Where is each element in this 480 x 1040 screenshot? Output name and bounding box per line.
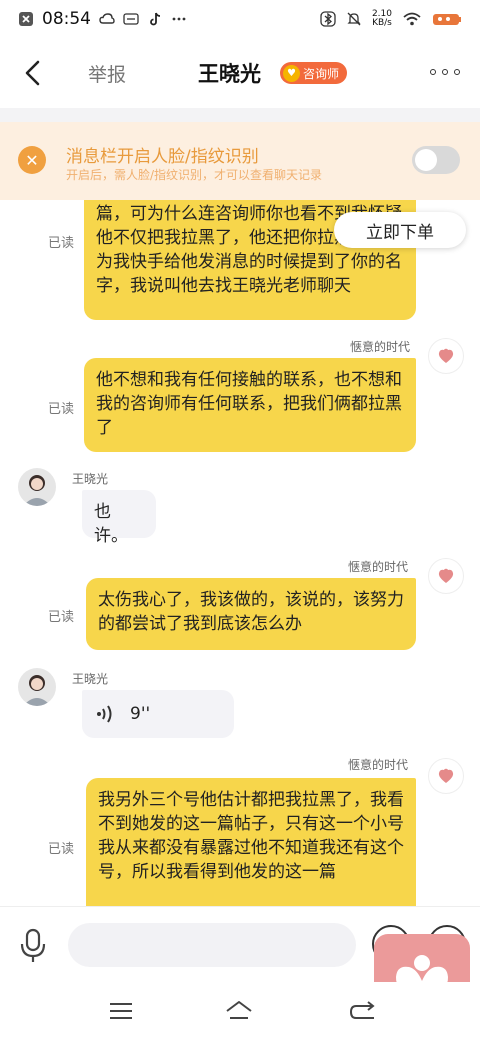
sender-name: 惬意的时代 xyxy=(350,340,411,354)
close-notice-icon[interactable]: ✕ xyxy=(18,146,46,174)
back-nav-icon[interactable] xyxy=(348,998,378,1024)
person-photo-icon xyxy=(23,675,51,706)
read-status: 已读 xyxy=(48,236,75,251)
home-icon[interactable] xyxy=(224,998,254,1024)
cloud-icon xyxy=(99,13,115,24)
menu-icon[interactable] xyxy=(106,998,136,1024)
voice-message-bubble[interactable]: 9'' xyxy=(82,690,234,738)
counselor-badge-label: 咨询师 xyxy=(303,66,340,81)
report-link[interactable]: 举报 xyxy=(88,60,126,87)
message-input[interactable] xyxy=(68,923,356,967)
notice-title: 消息栏开启人脸/指纹识别 xyxy=(66,147,259,167)
read-status: 已读 xyxy=(48,610,75,625)
sender-name: 惬意的时代 xyxy=(348,560,409,574)
status-bar: 08:54 2.10 KB/s xyxy=(0,0,480,38)
heart-avatar-icon xyxy=(438,568,454,583)
voice-wave-icon xyxy=(97,705,112,723)
dot-icon xyxy=(442,69,448,75)
read-status: 已读 xyxy=(48,842,75,857)
message-bubble-outgoing[interactable]: 我另外三个号他估计都把我拉黑了，我看不到她发的这一篇帖子，只有这一个小号我从来都… xyxy=(86,778,416,906)
self-avatar[interactable] xyxy=(428,558,464,594)
verified-heart-icon: ♥ xyxy=(283,64,300,82)
clock: 08:54 xyxy=(42,9,91,29)
self-avatar[interactable] xyxy=(428,338,464,374)
dot-icon xyxy=(454,69,460,75)
microphone-icon[interactable] xyxy=(16,927,50,965)
status-right: 2.10 KB/s xyxy=(320,10,462,28)
status-left: 08:54 xyxy=(18,9,187,29)
back-arrow-icon[interactable] xyxy=(18,58,48,88)
heart-avatar-icon xyxy=(438,768,454,783)
sender-name: 惬意的时代 xyxy=(348,758,409,772)
tiktok-icon xyxy=(150,12,161,26)
sender-name: 王晓光 xyxy=(72,672,109,686)
app-notification-icon xyxy=(123,13,139,25)
header-divider xyxy=(0,108,480,122)
peer-name: 王晓光 xyxy=(198,62,261,86)
message-bubble-incoming[interactable]: 也许。 xyxy=(82,490,156,546)
mute-bell-icon xyxy=(347,12,361,26)
more-notifications-icon xyxy=(172,17,186,21)
biometric-toggle[interactable] xyxy=(412,146,460,174)
counselor-avatar[interactable] xyxy=(18,468,56,506)
more-options-button[interactable] xyxy=(430,62,460,82)
voice-duration: 9'' xyxy=(130,704,151,724)
message-bubble-outgoing[interactable]: 太伤我心了，我该做的，该说的，该努力的都尝试了我到底该怎么办 xyxy=(86,578,416,650)
notification-dismiss-icon xyxy=(19,12,33,26)
person-photo-icon xyxy=(23,475,51,506)
wifi-icon xyxy=(403,12,421,26)
network-speed-unit: KB/s xyxy=(372,18,392,28)
network-speed: 2.10 KB/s xyxy=(372,10,392,28)
biometric-notice-banner: ✕ 消息栏开启人脸/指纹识别 开启后，需人脸/指纹识别，才可以查看聊天记录 xyxy=(0,122,480,200)
heart-avatar-icon xyxy=(438,348,454,363)
chat-message-list[interactable]: 已读 篇，可为什么连咨询师你也看不到我怀疑他不仅把我拉黑了，他还把你拉黑了，因为… xyxy=(0,200,480,906)
chat-header: 举报 王晓光 ♥ 咨询师 xyxy=(0,38,480,108)
sender-name: 王晓光 xyxy=(72,472,109,486)
notice-subtitle: 开启后，需人脸/指纹识别，才可以查看聊天记录 xyxy=(66,168,323,182)
bluetooth-icon xyxy=(320,11,336,27)
self-avatar[interactable] xyxy=(428,758,464,794)
battery-character-icon xyxy=(433,14,461,25)
system-navigation-bar xyxy=(0,982,480,1040)
message-bubble-outgoing[interactable]: 他不想和我有任何接触的联系，也不想和我的咨询师有任何联系，把我们俩都拉黑了 xyxy=(84,358,416,452)
counselor-badge: ♥ 咨询师 xyxy=(280,62,348,84)
place-order-button[interactable]: 立即下单 xyxy=(334,212,466,248)
read-status: 已读 xyxy=(48,402,75,417)
counselor-avatar[interactable] xyxy=(18,668,56,706)
dot-icon xyxy=(430,69,436,75)
